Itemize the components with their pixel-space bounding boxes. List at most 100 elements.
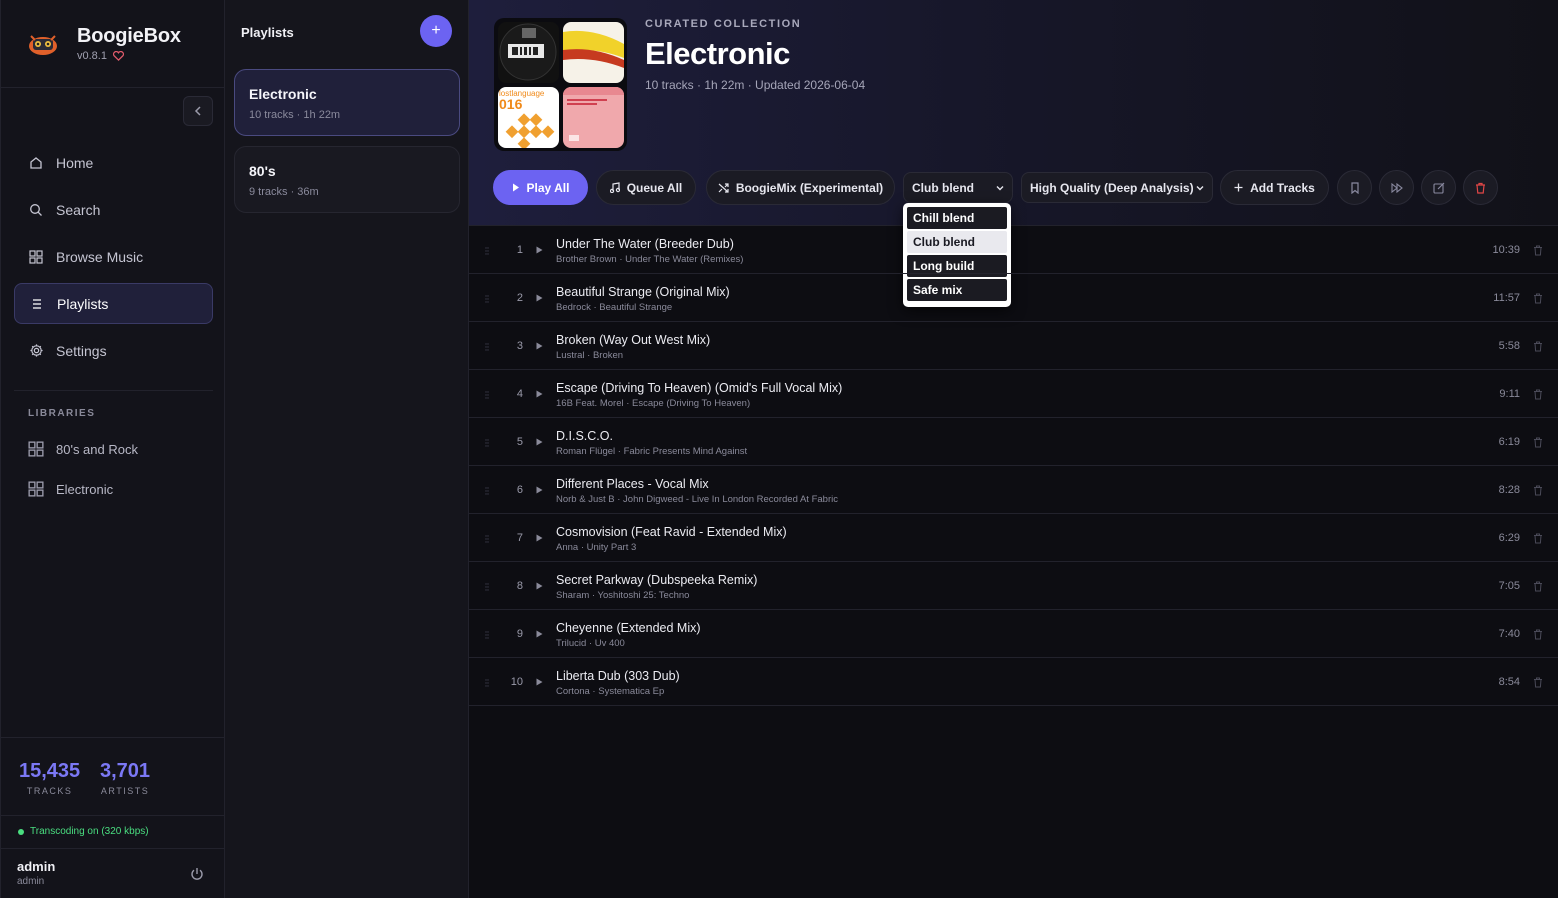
collapse-sidebar-button[interactable] [183,96,213,126]
library-item-80s-and-rock[interactable]: 80's and Rock [28,441,138,457]
shuffle-icon [718,182,729,193]
drag-handle-icon[interactable] [485,295,489,303]
drag-handle-icon[interactable] [485,583,489,591]
drag-handle-icon[interactable] [485,535,489,543]
drag-handle-icon[interactable] [485,391,489,399]
trash-icon[interactable] [1533,485,1543,496]
trash-icon[interactable] [1533,533,1543,544]
cover-art-3: lostlanguage 016 [498,87,559,148]
trash-icon[interactable] [1533,437,1543,448]
trash-icon[interactable] [1533,245,1543,256]
grid-icon [28,249,44,265]
track-duration: 7:40 [1498,628,1520,640]
play-icon[interactable] [536,534,543,542]
track-artist-album: Lustral · Broken [556,350,624,361]
playlist-header: lostlanguage 016 CURATED COLLECTION Elect… [469,0,1558,307]
play-icon[interactable] [536,678,543,686]
add-tracks-button[interactable]: Add Tracks [1220,170,1329,205]
brand[interactable]: BoogieBox v0.8.1 [1,0,224,88]
track-artist-album: Roman Flügel · Fabric Presents Mind Agai… [556,446,748,457]
track-number: 3 [516,340,523,352]
track-artist-album: Norb & Just B · John Digweed - Live In L… [556,494,838,505]
play-icon[interactable] [536,294,543,302]
drag-handle-icon[interactable] [485,631,489,639]
fast-forward-icon [1390,182,1403,193]
track-row[interactable]: 5 D.I.S.C.O. Roman Flügel · Fabric Prese… [469,418,1558,466]
track-number: 6 [516,484,523,496]
track-number: 9 [516,628,523,640]
bookmark-button[interactable] [1337,170,1372,205]
chevron-down-icon [1196,186,1204,191]
nav-item-settings[interactable]: Settings [14,330,213,371]
play-all-button[interactable]: Play All [493,170,588,205]
stat-tracks-value: 15,435 [19,760,81,782]
playlist-card-electronic[interactable]: Electronic 10 tracks · 1h 22m [234,69,460,136]
user-name: admin [17,859,56,874]
track-artist-album: Brother Brown · Under The Water (Remixes… [556,254,744,265]
delete-playlist-button[interactable] [1463,170,1498,205]
trash-icon[interactable] [1533,341,1543,352]
drag-handle-icon[interactable] [485,343,489,351]
playlists-panel-title: Playlists [241,25,294,40]
track-title: Different Places - Vocal Mix [556,477,709,491]
cover-art-4 [563,87,624,148]
queue-all-button[interactable]: Queue All [596,170,696,205]
play-icon[interactable] [536,390,543,398]
track-row[interactable]: 9 Cheyenne (Extended Mix) Trilucid · Uv … [469,610,1558,658]
play-icon[interactable] [536,246,543,254]
track-artist-album: Cortona · Systematica Ep [556,686,665,697]
nav-item-playlists[interactable]: Playlists [14,283,213,324]
trash-icon[interactable] [1533,293,1543,304]
play-icon[interactable] [536,438,543,446]
playlist-meta: 10 tracks · 1h 22m [249,109,341,121]
play-icon[interactable] [536,630,543,638]
track-duration: 8:54 [1498,676,1520,688]
trash-icon[interactable] [1533,629,1543,640]
list-icon [29,296,45,312]
track-row[interactable]: 2 Beautiful Strange (Original Mix) Bedro… [469,274,1558,322]
drag-handle-icon[interactable] [485,679,489,687]
chevron-down-icon [996,186,1004,191]
nav-item-home[interactable]: Home [14,142,213,183]
library-item-electronic[interactable]: Electronic [28,481,113,497]
track-row[interactable]: 1 Under The Water (Breeder Dub) Brother … [469,226,1558,274]
cover-art-3-number: 016 [499,96,523,112]
nav-item-browse-music[interactable]: Browse Music [14,236,213,277]
add-tracks-label: Add Tracks [1250,180,1315,195]
trash-icon[interactable] [1533,389,1543,400]
track-row[interactable]: 6 Different Places - Vocal Mix Norb & Ju… [469,466,1558,514]
track-duration: 5:58 [1498,340,1520,352]
drag-handle-icon[interactable] [485,439,489,447]
track-row[interactable]: 4 Escape (Driving To Heaven) (Omid's Ful… [469,370,1558,418]
nav-label: Home [56,154,94,171]
play-next-button[interactable] [1379,170,1414,205]
track-title: Broken (Way Out West Mix) [556,333,711,347]
app-version-row: v0.8.1 [77,50,181,62]
track-row[interactable]: 7 Cosmovision (Feat Ravid - Extended Mix… [469,514,1558,562]
nav-item-search[interactable]: Search [14,189,213,230]
drag-handle-icon[interactable] [485,487,489,495]
track-artist-album: Sharam · Yoshitoshi 25: Techno [556,590,690,601]
add-playlist-button[interactable]: + [420,15,452,47]
boogiemix-button[interactable]: BoogieMix (Experimental) [706,170,895,205]
track-row[interactable]: 8 Secret Parkway (Dubspeeka Remix) Shara… [469,562,1558,610]
play-icon[interactable] [536,486,543,494]
playlist-card-80s[interactable]: 80's 9 tracks · 36m [234,146,460,213]
boogiebox-logo-icon [25,26,61,62]
blend-select[interactable]: Club blend [903,172,1013,203]
trash-icon[interactable] [1533,581,1543,592]
edit-playlist-button[interactable] [1421,170,1456,205]
play-icon[interactable] [536,582,543,590]
drag-handle-icon[interactable] [485,247,489,255]
music-note-icon [609,182,620,193]
track-row[interactable]: 10 Liberta Dub (303 Dub) Cortona · Syste… [469,658,1558,706]
track-row[interactable]: 3 Broken (Way Out West Mix) Lustral · Br… [469,322,1558,370]
stat-tracks-label: TRACKS [26,786,73,796]
track-duration: 11:57 [1493,292,1520,304]
quality-select[interactable]: High Quality (Deep Analysis) [1021,172,1213,203]
track-number: 8 [516,580,523,592]
play-all-label: Play All [526,180,570,195]
trash-icon[interactable] [1533,677,1543,688]
power-icon[interactable] [189,866,205,882]
play-icon[interactable] [536,342,543,350]
